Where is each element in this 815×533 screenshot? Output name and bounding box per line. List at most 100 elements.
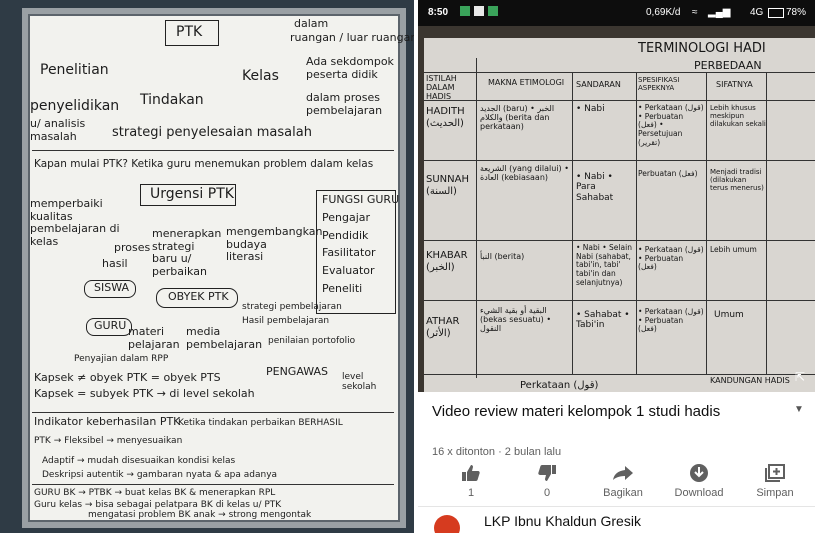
objek: OBYEK PTK (168, 290, 229, 303)
status-bar: 8:50 0,69K/d ≈ ▂▄▆ 4G 78% (418, 0, 815, 26)
wifi-icon: ≈ (692, 7, 698, 18)
col-tindakan: Tindakan (140, 92, 204, 108)
whiteboard: PTK dalam ruangan / luar ruangan Penelit… (22, 8, 414, 528)
grid-line (636, 72, 638, 374)
divider (32, 412, 394, 414)
row-makna: الشريعة (yang dilalui) • العادة (kebiasa… (480, 164, 569, 183)
guru-kelas: Guru kelas → bisa sebagai pelatpara BK d… (34, 500, 282, 510)
grid-line (476, 58, 478, 378)
indikator-2: Ketika tindakan perbaikan BERHASIL (178, 418, 343, 428)
like-button[interactable]: 1 (432, 462, 510, 499)
kelas-note-1: dalam (294, 17, 329, 30)
save-label: Simpan (756, 487, 794, 499)
pengawas: PENGAWAS (266, 365, 329, 378)
kapsek-2: Kapsek = subyek PTK → di level sekolah (34, 387, 255, 400)
footer-left: Perkataan (قول) (520, 380, 599, 391)
hasil-pembelajaran: Hasil pembelajaran (242, 316, 330, 326)
col-analisis: u/ analisis masalah (30, 117, 86, 143)
meta-separator: · (498, 446, 502, 458)
expand-description-icon[interactable]: ▼ (791, 404, 807, 420)
guru-bk: GURU BK → PTBK → buat kelas BK & menerap… (34, 488, 276, 498)
add-to-playlist-icon (736, 462, 814, 484)
channel-avatar[interactable] (434, 515, 460, 533)
signal-icon: ▂▄▆ (708, 7, 731, 18)
kapsek-1: Kapsek ≠ obyek PTK = obyek PTS (34, 371, 221, 384)
sheet-perbedaan: PERBEDAAN (694, 59, 762, 72)
fungsi-list: Pengajar Pendidik Fasilitator Evaluator … (322, 211, 376, 300)
hasil: hasil (102, 257, 128, 270)
fungsi-title: FUNGSI GURU (322, 193, 400, 206)
materi: materi pelajaran (128, 325, 180, 351)
share-button[interactable]: Bagikan (584, 462, 662, 499)
deskripsi: Deskripsi autentik → gambaran nyata & ap… (42, 470, 278, 480)
col-kelas: Kelas (242, 68, 279, 84)
row-makna: البقية أو بقية الشيء (bekas sesuatu) • ا… (480, 306, 552, 334)
row-sifat: Lebih khusus meskipun dilakukan sekali (710, 104, 766, 129)
video-meta: 16 x ditonton · 2 bulan lalu (432, 446, 561, 458)
row-sifat: Lebih umum (710, 245, 757, 254)
indikator: Indikator keberhasilan PTK (34, 415, 181, 428)
header-makna: MAKNA ETIMOLOGI (488, 78, 565, 87)
penilaian: penilaian portofolio (268, 336, 356, 346)
thumbs-up-icon (432, 462, 510, 484)
share-label: Bagikan (603, 487, 643, 499)
fungsi-item: Peneliti (322, 281, 363, 295)
grid-line (424, 240, 815, 242)
row-term: SUNNAH (السنة) (426, 174, 469, 197)
phone-screenshot: 8:50 0,69K/d ≈ ▂▄▆ 4G 78% TERMINOLOGI HA… (418, 0, 815, 533)
fungsi-item: Evaluator (322, 263, 375, 277)
rpp: Penyajian dalam RPP (74, 354, 169, 364)
col-kelas-2: Ada sekdompok peserta didik (306, 55, 394, 81)
save-button[interactable]: Simpan (736, 462, 814, 499)
fungsi-item: Pendidik (322, 228, 369, 242)
row-term: ATHAR (الأثر) (426, 316, 460, 339)
channel-name[interactable]: LKP Ibnu Khaldun Gresik (484, 513, 641, 529)
message-icon (488, 6, 498, 16)
col-strategi: strategi penyelesaian masalah (112, 125, 312, 140)
header-sifat: SIFATNYA (716, 80, 753, 89)
fungsi-item: Pengajar (322, 211, 371, 224)
share-icon (584, 462, 662, 484)
row-spek: Perbuatan (فعل) (638, 169, 698, 178)
row-spek: • Perkataan (قول) • Perbuatan (فعل) • Pe… (638, 103, 704, 147)
grid-line (424, 374, 815, 376)
level-sekolah: level sekolah (342, 372, 377, 393)
channel-row[interactable]: LKP Ibnu Khaldun Gresik (418, 506, 815, 533)
row-term: HADITH (الحديث) (426, 106, 465, 129)
siswa: SISWA (94, 281, 130, 294)
download-button[interactable]: Download (660, 462, 738, 499)
battery-icon (768, 8, 784, 18)
row-spek: • Perkataan (قول) • Perbuatan (فعل) (638, 245, 704, 272)
video-player[interactable]: TERMINOLOGI HADI PERBEDAAN ISTILAH DALAM… (418, 26, 815, 392)
dislike-count: 0 (543, 487, 551, 499)
fungsi-item: Fasilitator (322, 246, 376, 260)
view-count: 16 x ditonton (432, 446, 495, 458)
row-sifat: Umum (714, 310, 744, 320)
video-frame-sheet: TERMINOLOGI HADI PERBEDAAN ISTILAH DALAM… (424, 38, 815, 392)
row-makna: الجديد (baru) • الخبر والكلام (berita da… (480, 104, 555, 132)
col-penelitian: Penelitian (40, 62, 109, 78)
guru: GURU (94, 319, 127, 332)
sheet-title: TERMINOLOGI HADI (638, 41, 766, 56)
grid-line (424, 300, 815, 302)
mengembangkan: mengembangkan budaya literasi (226, 225, 323, 264)
fullscreen-icon[interactable]: ⇱ (795, 370, 809, 384)
footer-right: KANDUNGAN HADIS (710, 376, 790, 385)
whiteboard-photo: PTK dalam ruangan / luar ruangan Penelit… (0, 0, 414, 533)
kelas-note-2: ruangan / luar ruangan (290, 31, 414, 44)
row-sandaran: • Sahabat • Tabi'in (576, 310, 630, 331)
proses: proses (114, 241, 151, 254)
dislike-button[interactable]: 0 (508, 462, 586, 499)
grid-line (766, 72, 768, 374)
gallery-icon (474, 6, 484, 16)
menerapkan: menerapkan strategi baru u/ perbaikan (152, 227, 222, 278)
col-kelas-3: dalam proses pembelajaran (306, 91, 383, 117)
header-spesifikasi: SPESIFIKASI ASPEKNYA (638, 76, 680, 93)
media: media pembelajaran (186, 325, 263, 351)
strategi: strategi pembelajaran (242, 302, 342, 312)
upload-age: 2 bulan lalu (504, 446, 562, 458)
thumbs-down-icon (508, 462, 586, 484)
notification-icon (460, 6, 470, 16)
network-type: 4G (750, 7, 764, 18)
adaptif: Adaptif → mudah disesuaikan kondisi kela… (42, 456, 236, 466)
